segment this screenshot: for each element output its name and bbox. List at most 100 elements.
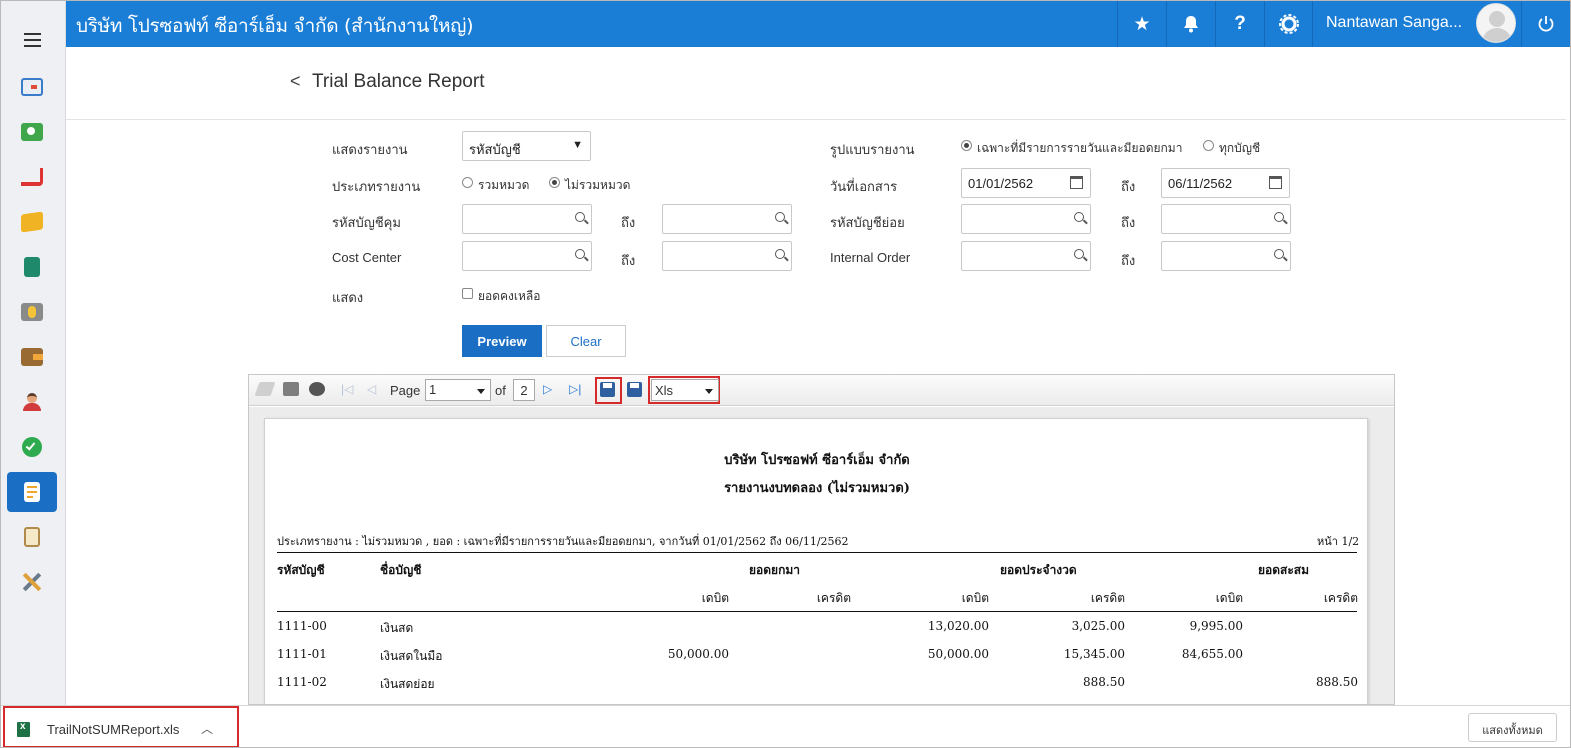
menu-icon[interactable] (24, 33, 41, 47)
col-group-brought-forward: ยอดยกมา (749, 563, 800, 577)
report-type-radio-sum[interactable] (462, 177, 473, 188)
search-icon[interactable] (575, 212, 585, 222)
export-format-select[interactable]: Xls (651, 379, 719, 401)
save-disk-icon[interactable] (600, 382, 615, 397)
bank-icon[interactable] (7, 292, 57, 332)
preview-button[interactable]: Preview (462, 325, 542, 357)
control-account-to-input[interactable] (662, 204, 792, 234)
chevron-up-icon[interactable]: ︿ (201, 720, 213, 737)
print-page-icon[interactable] (309, 382, 325, 396)
clear-button[interactable]: Clear (546, 325, 626, 357)
internal-order-from-input[interactable] (961, 241, 1091, 271)
cost-center-label: Cost Center (332, 250, 402, 265)
row-cum-debit: 84,655.00 (1181, 647, 1243, 661)
last-page-icon[interactable]: ▷| (569, 382, 585, 396)
cart-icon[interactable] (7, 157, 57, 197)
search-icon[interactable] (1074, 249, 1084, 259)
print-icon[interactable] (283, 382, 299, 396)
export-format-value: Xls (655, 383, 674, 398)
report-title: รายงานงบทดลอง (ไม่รวมหมวด) (724, 481, 910, 496)
download-item[interactable]: TrailNotSUMReport.xls ︿ (3, 706, 239, 748)
box-icon[interactable] (7, 202, 57, 242)
page-header: < Trial Balance Report (66, 47, 1566, 120)
report-criteria: ประเภทรายงาน : ไม่รวมหมวด , ยอด : เฉพาะท… (277, 535, 849, 548)
internal-order-to-input[interactable] (1161, 241, 1291, 271)
row-period-credit: 888.50 (1083, 675, 1125, 689)
settings-gear-icon[interactable] (1264, 1, 1313, 47)
page-select[interactable]: 1 (425, 379, 491, 401)
employee-icon[interactable] (7, 382, 57, 422)
row-cum-credit: 888.50 (1316, 675, 1358, 689)
doc-date-label: วันที่เอกสาร (830, 180, 898, 195)
wallet-icon[interactable] (7, 337, 57, 377)
report-page-info: หน้า 1/2 (1317, 535, 1360, 548)
user-name[interactable]: Nantawan Sanga... (1326, 14, 1462, 32)
sub-account-from-input[interactable] (961, 204, 1091, 234)
header-rule (277, 552, 1357, 553)
search-icon[interactable] (775, 212, 785, 222)
col-credit: เครดิต (816, 591, 851, 605)
top-bar: บริษัท โปรซอฟท์ ซีอาร์เอ็ม จำกัด (สำนักง… (66, 1, 1570, 47)
search-icon[interactable] (575, 249, 585, 259)
user-avatar[interactable] (1476, 3, 1516, 43)
row-code: 1111-00 (277, 619, 327, 633)
calendar-icon[interactable] (1269, 176, 1282, 189)
toggle-parameters-icon[interactable] (254, 382, 276, 396)
favorites-star-icon[interactable]: ★ (1117, 1, 1166, 47)
search-icon[interactable] (1074, 212, 1084, 222)
row-period-credit: 15,345.00 (1063, 647, 1125, 661)
row-period-debit: 13,020.00 (927, 619, 989, 633)
row-name: เงินสด (380, 621, 414, 635)
col-debit: เดบิต (701, 591, 729, 605)
format-movement-label: เฉพาะที่มีรายการรายวันและมียอดยกมา (977, 141, 1183, 155)
tools-icon[interactable] (7, 562, 57, 602)
report-icon[interactable] (7, 472, 57, 512)
balance-checkbox[interactable] (462, 288, 473, 299)
sub-account-label: รหัสบัญชีย่อย (830, 216, 905, 231)
cost-center-to-input[interactable] (662, 241, 792, 271)
save-as-disk-icon[interactable] (627, 382, 642, 397)
check-icon[interactable] (7, 427, 57, 467)
first-page-icon[interactable]: |◁ (341, 382, 357, 396)
search-icon[interactable] (775, 249, 785, 259)
row-name: เงินสดย่อย (380, 677, 435, 691)
col-group-period: ยอดประจำงวด (1000, 563, 1077, 577)
show-label: แสดง (332, 291, 364, 306)
col-account-name: ชื่อบัญชี (380, 563, 422, 577)
help-icon[interactable]: ? (1215, 1, 1264, 47)
date-from-input[interactable]: 01/01/2562 (961, 168, 1091, 198)
sub-account-to-input[interactable] (1161, 204, 1291, 234)
row-bf-debit: 50,000.00 (667, 647, 729, 661)
prev-page-icon[interactable]: ◁ (367, 382, 383, 396)
search-icon[interactable] (1274, 212, 1284, 222)
dashboard-icon[interactable] (7, 67, 57, 107)
notification-bell-icon[interactable] (1166, 1, 1215, 47)
clipboard-icon[interactable] (7, 517, 57, 557)
row-code: 1111-01 (277, 647, 327, 661)
calendar-icon[interactable] (1070, 176, 1083, 189)
show-report-label: แสดงรายงาน (332, 143, 408, 158)
power-logout-icon[interactable] (1521, 1, 1569, 47)
page-label: Page (390, 383, 421, 398)
dropdown-arrow-icon: ▼ (572, 139, 583, 151)
col-debit: เดบิต (961, 591, 989, 605)
back-chevron-icon[interactable]: < (290, 71, 301, 92)
report-type-radio-nosum[interactable] (549, 177, 560, 188)
download-file-name[interactable]: TrailNotSUMReport.xls (47, 722, 179, 737)
page-value: 1 (429, 382, 437, 397)
next-page-icon[interactable]: ▷ (543, 382, 559, 396)
date-to-input[interactable]: 06/11/2562 (1161, 168, 1290, 198)
money-icon[interactable] (7, 112, 57, 152)
show-all-downloads-button[interactable]: แสดงทั้งหมด (1468, 713, 1557, 742)
format-radio-all[interactable] (1203, 140, 1214, 151)
show-report-select[interactable]: รหัสบัญชี ▼ (462, 131, 591, 161)
report-format-label: รูปแบบรายงาน (830, 143, 915, 158)
search-icon[interactable] (1274, 249, 1284, 259)
company-name: บริษัท โปรซอฟท์ ซีอาร์เอ็ม จำกัด (สำนักง… (76, 15, 474, 37)
row-cum-debit: 9,995.00 (1189, 619, 1243, 633)
row-code: 1111-02 (277, 675, 327, 689)
cost-center-from-input[interactable] (462, 241, 592, 271)
control-account-from-input[interactable] (462, 204, 592, 234)
format-radio-movement[interactable] (961, 140, 972, 151)
book-icon[interactable] (7, 247, 57, 287)
